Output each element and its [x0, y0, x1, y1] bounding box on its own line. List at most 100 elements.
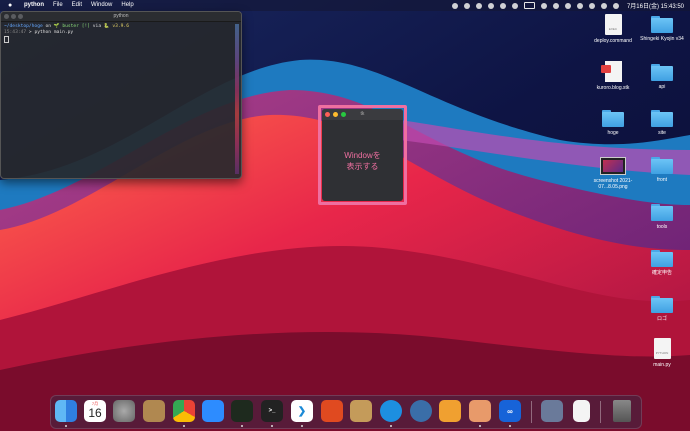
chrome-icon[interactable]	[173, 400, 195, 422]
status-icon-5[interactable]	[499, 2, 506, 9]
running-indicator	[390, 425, 392, 427]
sourcetree-icon[interactable]	[439, 400, 461, 422]
activity-monitor-icon[interactable]	[231, 400, 253, 422]
instruments-icon[interactable]	[321, 400, 343, 422]
apple-menu-icon[interactable]: ●	[8, 0, 16, 11]
dock-separator	[600, 401, 601, 423]
calendar-icon[interactable]: 7月 16	[84, 400, 106, 422]
siri-icon[interactable]	[612, 2, 619, 9]
command-text: > python main.py	[28, 30, 74, 35]
desktop-icon-label: tools	[656, 224, 668, 230]
terminal-icon[interactable]: >_	[261, 400, 283, 422]
desktop-icon-label: hoge	[607, 130, 619, 136]
desktop-icon-tools[interactable]: tools	[637, 204, 687, 230]
running-indicator	[479, 425, 481, 427]
docker-icon[interactable]	[380, 400, 402, 422]
show-window-label-line1: Windowを	[344, 150, 381, 160]
status-icon-1[interactable]	[451, 2, 458, 9]
bluetooth-icon[interactable]	[552, 2, 559, 9]
system-preferences-icon[interactable]	[113, 400, 135, 422]
stk-file-icon	[600, 61, 622, 82]
terminal-content[interactable]: ~/desktop/hoge on 🌱 buster [!] via 🐍 v3.…	[1, 22, 241, 46]
battery-icon[interactable]	[523, 2, 535, 9]
running-indicator	[301, 425, 303, 427]
infinity-app-icon[interactable]: ∞	[499, 400, 521, 422]
terminal-titlebar[interactable]: python	[1, 12, 241, 22]
desktop-icon-site[interactable]: site	[637, 110, 687, 136]
terminal-cursor	[4, 36, 9, 43]
contacts-icon[interactable]	[143, 400, 165, 422]
finder-icon[interactable]	[55, 400, 77, 422]
document-icon[interactable]	[573, 400, 590, 422]
desktop-icon-label: ロゴ	[656, 316, 667, 322]
desktop-icon-api[interactable]: api	[637, 64, 687, 90]
control-center-icon[interactable]	[600, 2, 607, 9]
desktop-icon-screenshot[interactable]: screenshot 2021-07...8.05.png	[588, 157, 638, 190]
menu-file[interactable]: File	[53, 0, 63, 11]
desktop-icon-label: site	[658, 130, 666, 136]
running-indicator	[271, 425, 273, 427]
tk-minimize-button[interactable]	[333, 112, 338, 117]
python-file-icon: PYTHON	[653, 338, 671, 359]
desktop-icon-kuroro[interactable]: kuroro.blog.stk	[588, 61, 638, 91]
desktop-icon-shingeki[interactable]: Shingeki Kyojin v34	[637, 16, 687, 42]
play-icon[interactable]	[564, 2, 571, 9]
running-indicator	[65, 425, 67, 427]
tk-window[interactable]: tk Windowを 表示する	[322, 109, 403, 201]
terminal-window[interactable]: python ~/desktop/hoge on 🌱 buster [!] vi…	[0, 11, 242, 179]
folder-icon	[602, 110, 624, 127]
desktop-icon-label: 確定申告	[651, 270, 672, 276]
preview-app-icon[interactable]	[469, 400, 491, 422]
folder-icon	[651, 64, 673, 81]
folder-icon	[651, 157, 673, 174]
desktop-icon-label: api	[658, 84, 666, 90]
prompt-path: ~/desktop/hoge	[4, 24, 43, 29]
tk-zoom-button[interactable]	[341, 112, 346, 117]
folder-icon	[651, 204, 673, 221]
wifi-icon[interactable]	[576, 2, 583, 9]
sound-icon[interactable]	[540, 2, 547, 9]
show-window-button[interactable]: Windowを 表示する	[322, 120, 403, 201]
desktop-icon-front[interactable]: front	[637, 157, 687, 183]
desktop-icon-label: kuroro.blog.stk	[596, 85, 630, 91]
close-button[interactable]	[4, 14, 9, 19]
search-icon[interactable]	[588, 2, 595, 9]
calendar-day: 16	[88, 406, 102, 420]
tk-titlebar[interactable]: tk	[322, 109, 403, 120]
status-area: 7月16日(金) 15:43:50	[451, 0, 684, 11]
menu-help[interactable]: Help	[121, 0, 133, 11]
status-icon-4[interactable]	[487, 2, 494, 9]
show-window-label-line2: 表示する	[346, 161, 379, 171]
zoom-button[interactable]	[18, 14, 23, 19]
vscode-icon[interactable]: ❯	[291, 400, 313, 422]
archive-utility-icon[interactable]	[350, 400, 372, 422]
quicktime-icon[interactable]	[410, 400, 432, 422]
minimize-button[interactable]	[11, 14, 16, 19]
menu-window[interactable]: Window	[91, 0, 112, 11]
tk-close-button[interactable]	[325, 112, 330, 117]
desktop-icon-label: main.py	[653, 362, 671, 368]
prompt-branch: 🌱 buster [!]	[53, 24, 90, 29]
status-icon-3[interactable]	[475, 2, 482, 9]
desktop-icon-logo[interactable]: ロゴ	[637, 296, 687, 322]
menu-clock[interactable]: 7月16日(金) 15:43:50	[627, 1, 684, 10]
desktop-icon-main-py[interactable]: PYTHON main.py	[637, 338, 687, 368]
desktop-icon-label: screenshot 2021-07...8.05.png	[593, 178, 633, 190]
desktop-icon-tax[interactable]: 確定申告	[637, 250, 687, 276]
screenshot-thumb-icon[interactable]	[541, 400, 563, 422]
trash-icon[interactable]	[613, 400, 631, 422]
folder-icon	[651, 110, 673, 127]
running-indicator	[241, 425, 243, 427]
desktop-icon-hoge[interactable]: hoge	[588, 110, 638, 136]
cloud-icon[interactable]	[511, 2, 518, 9]
terminal-scrollbar[interactable]	[235, 24, 239, 174]
dock-separator	[531, 401, 532, 423]
menu-edit[interactable]: Edit	[72, 0, 82, 11]
status-icon-2[interactable]	[463, 2, 470, 9]
menu-app-name[interactable]: python	[24, 0, 44, 11]
tk-title: tk	[360, 111, 365, 117]
zoom-icon[interactable]	[202, 400, 224, 422]
dock: 7月 16 >_ ❯ ∞	[50, 395, 642, 429]
desktop-icon-deploy[interactable]: EXEC deploy.command	[588, 14, 638, 44]
desktop-icon-label: Shingeki Kyojin v34	[640, 36, 684, 42]
